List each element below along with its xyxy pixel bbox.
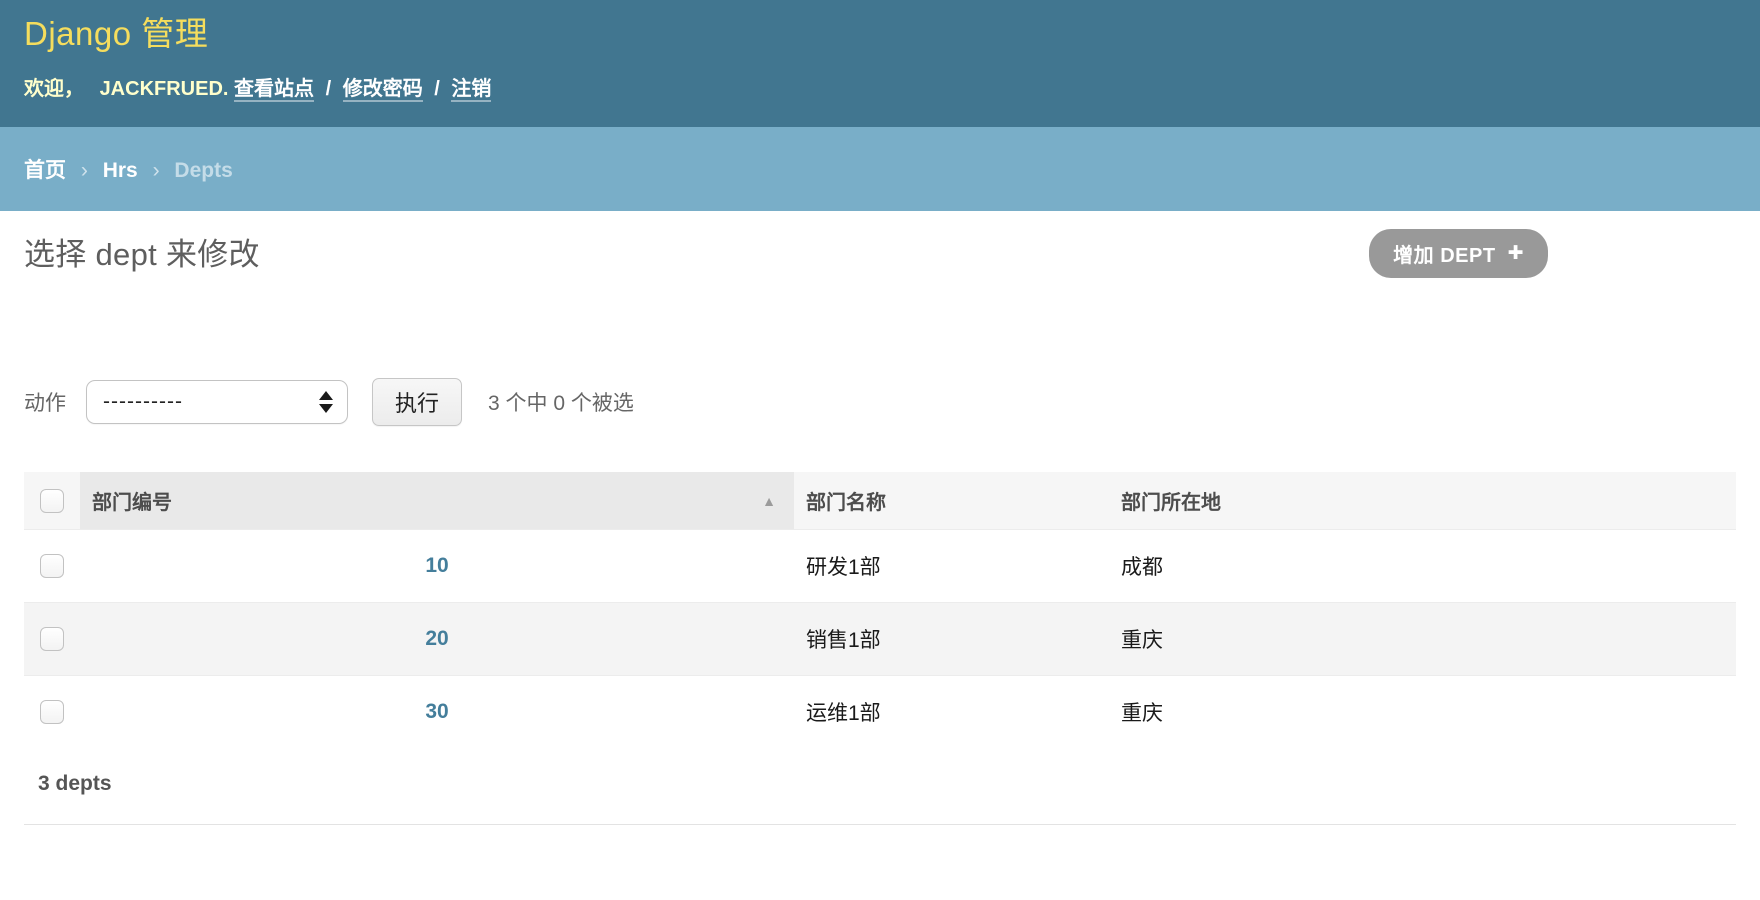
add-dept-button-label: 增加 DEPT (1393, 239, 1495, 268)
view-site-link[interactable]: 查看站点 (234, 78, 314, 102)
column-header-dept-name-label: 部门名称 (806, 492, 886, 514)
dept-location-cell: 重庆 (1109, 603, 1736, 676)
select-all-checkbox[interactable] (40, 489, 64, 513)
user-tools: 欢迎， JACKFRUED. 查看站点 / 修改密码 / 注销 (24, 72, 1736, 101)
dept-location-cell: 成都 (1109, 530, 1736, 603)
paginator-count: 3 depts (24, 748, 1736, 825)
breadcrumb-app-link[interactable]: Hrs (103, 159, 138, 182)
column-header-dept-no[interactable]: 部门编号 ▲ (80, 472, 794, 530)
dept-no-link[interactable]: 30 (425, 700, 448, 723)
dept-no-link[interactable]: 10 (425, 554, 448, 577)
link-separator: / (434, 78, 440, 100)
dept-name-cell: 销售1部 (794, 603, 1109, 676)
dept-no-link[interactable]: 20 (425, 627, 448, 650)
row-checkbox[interactable] (40, 627, 64, 651)
add-dept-button[interactable]: 增加 DEPT ✚ (1369, 229, 1548, 278)
site-title-link[interactable]: Django 管理 (24, 10, 208, 58)
plus-icon: ✚ (1508, 244, 1524, 263)
select-all-cell (24, 472, 80, 530)
sort-ascending-icon: ▲ (762, 493, 776, 509)
actions-label: 动作 (24, 387, 66, 417)
row-checkbox[interactable] (40, 554, 64, 578)
content-header: 选择 dept 来修改 增加 DEPT ✚ (24, 229, 1736, 278)
main-content: 选择 dept 来修改 增加 DEPT ✚ 动作 ---------- 执行 3… (0, 229, 1760, 825)
table-row: 20 销售1部 重庆 (24, 603, 1736, 676)
dept-name-cell: 研发1部 (794, 530, 1109, 603)
page-title: 选择 dept 来修改 (24, 229, 260, 274)
username: JACKFRUED. (100, 78, 229, 100)
welcome-text: 欢迎， (24, 78, 84, 100)
change-password-link[interactable]: 修改密码 (343, 78, 423, 102)
dept-location-cell: 重庆 (1109, 676, 1736, 749)
link-separator: / (326, 78, 332, 100)
row-checkbox[interactable] (40, 700, 64, 724)
site-header: Django 管理 欢迎， JACKFRUED. 查看站点 / 修改密码 / 注… (0, 0, 1760, 127)
action-select[interactable]: ---------- (86, 380, 348, 424)
change-list: 部门编号 ▲ 部门名称 部门所在地 10 研发1部 (24, 472, 1736, 825)
select-spinner-icon (319, 391, 333, 413)
logout-link[interactable]: 注销 (451, 78, 491, 102)
go-button[interactable]: 执行 (372, 378, 462, 426)
results-table: 部门编号 ▲ 部门名称 部门所在地 10 研发1部 (24, 472, 1736, 748)
breadcrumb-separator-icon: › (153, 159, 160, 182)
table-row: 10 研发1部 成都 (24, 530, 1736, 603)
table-header-row: 部门编号 ▲ 部门名称 部门所在地 (24, 472, 1736, 530)
column-header-dept-name[interactable]: 部门名称 (794, 472, 1109, 530)
column-header-dept-location[interactable]: 部门所在地 (1109, 472, 1736, 530)
object-tools: 增加 DEPT ✚ (1369, 229, 1548, 278)
action-select-value: ---------- (103, 390, 183, 414)
actions-bar: 动作 ---------- 执行 3 个中 0 个被选 (24, 378, 1736, 426)
breadcrumb: 首页 › Hrs › Depts (0, 127, 1760, 211)
breadcrumb-separator-icon: › (81, 159, 88, 182)
selection-counter: 3 个中 0 个被选 (488, 387, 634, 417)
breadcrumb-home-link[interactable]: 首页 (24, 159, 66, 182)
table-row: 30 运维1部 重庆 (24, 676, 1736, 749)
column-header-dept-no-label: 部门编号 (92, 486, 172, 515)
dept-name-cell: 运维1部 (794, 676, 1109, 749)
column-header-dept-location-label: 部门所在地 (1121, 492, 1221, 514)
breadcrumb-current: Depts (174, 159, 232, 182)
